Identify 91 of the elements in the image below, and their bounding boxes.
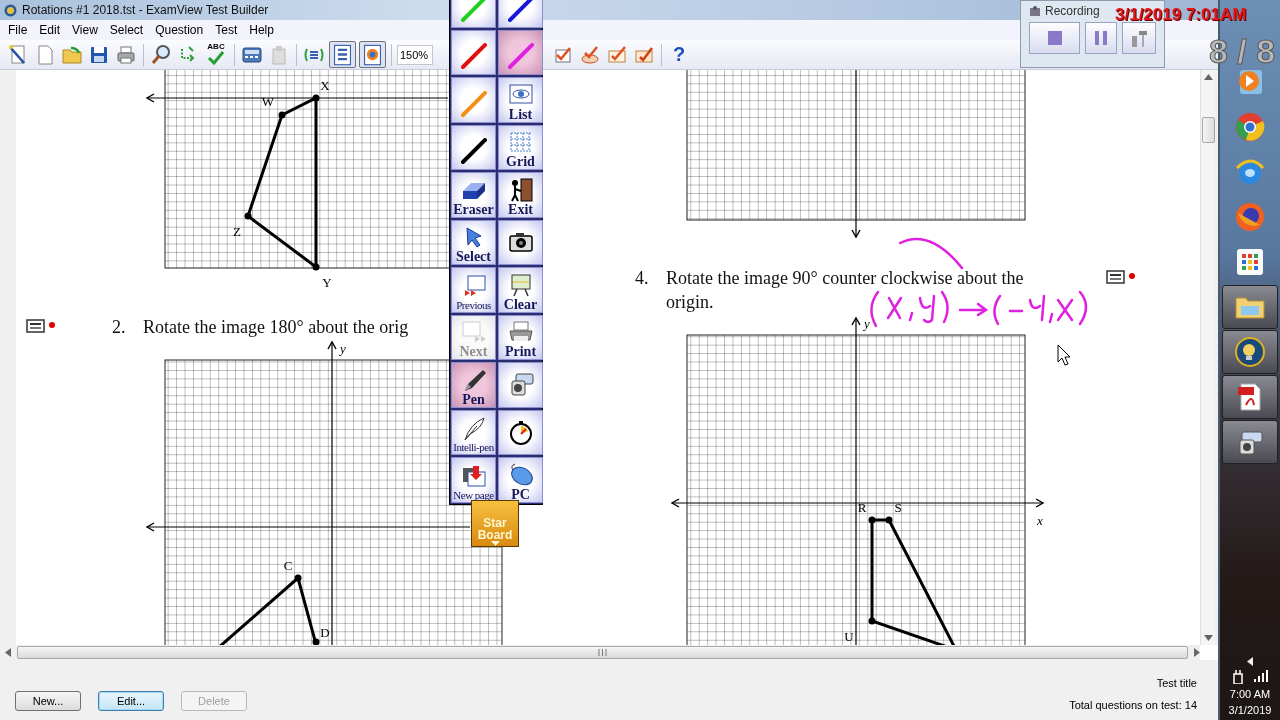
palette-button[interactable] (498, 219, 543, 265)
question-number: 2. (112, 316, 127, 339)
down-arrow-icon (1203, 635, 1213, 641)
marker-dot (49, 322, 55, 328)
calculator-icon[interactable] (26, 319, 45, 333)
light-bulb-icon[interactable] (1234, 336, 1266, 368)
pen-color-button[interactable] (451, 77, 496, 123)
axis-label: y (864, 316, 870, 331)
palette-button[interactable]: Pen (451, 362, 496, 408)
diagonal-line-icon (507, 43, 534, 69)
check-icon (207, 50, 225, 65)
vertical-scrollbar[interactable] (1200, 70, 1215, 645)
left-arrow-icon (1247, 657, 1253, 666)
menu-item[interactable]: View (66, 23, 104, 37)
pause-button[interactable] (1085, 22, 1118, 54)
diagonal-line-icon (460, 138, 487, 164)
palette-button[interactable]: Select (451, 219, 496, 265)
pen-color-button[interactable] (451, 124, 496, 170)
menu-item[interactable]: Select (103, 23, 150, 37)
diagonal-line-icon (460, 0, 487, 22)
axis-label: y (340, 341, 346, 356)
diagonal-line-icon (507, 0, 534, 22)
point-label: X (320, 78, 330, 93)
app-icon (4, 3, 17, 17)
signal-icon (1254, 670, 1268, 682)
palette-button[interactable]: Eraser (451, 172, 496, 218)
recorder-title: Recording (1045, 4, 1100, 18)
diagonal-line-icon (460, 43, 487, 69)
zoom-field[interactable]: 150% (397, 44, 433, 65)
timestamp: 3/1/2019 7:01AM (1115, 5, 1247, 25)
point-label: U (844, 629, 854, 644)
question-number: 4. (635, 267, 650, 290)
up-arrow-icon (1203, 74, 1213, 80)
spellcheck-button[interactable]: ABC (203, 42, 229, 67)
menu-item[interactable]: File (2, 23, 34, 37)
palette-button[interactable]: List (498, 77, 543, 123)
scrollbar-thumb[interactable] (17, 646, 1188, 659)
point-label: W (261, 94, 275, 109)
palette-button[interactable] (498, 409, 543, 455)
tools-icon (1129, 28, 1150, 48)
recorder-icon (1029, 5, 1041, 17)
window-title: Rotations #1 2018.tst - ExamView Test Builder (22, 3, 269, 17)
clock-time: 7:00 AM (1229, 688, 1271, 700)
color-wheel-icon[interactable] (359, 41, 386, 68)
palette-button[interactable] (498, 362, 543, 408)
test-title-label: Test title (1156, 677, 1197, 689)
point-label: D (320, 625, 330, 640)
axis-label: x (1037, 513, 1043, 528)
menu-item[interactable]: Edit (33, 23, 67, 37)
left-arrow-icon (5, 648, 11, 657)
caret-icon (490, 541, 500, 546)
apps-grid-icon[interactable] (1234, 246, 1266, 278)
scrollbar-thumb[interactable] (1201, 117, 1215, 143)
pen-color-button[interactable] (498, 29, 543, 75)
question-count: Total questions on test: 14 (1069, 699, 1197, 711)
edit-button[interactable]: Edit... (98, 691, 164, 711)
point-label: Z (233, 224, 241, 239)
calculator-icon[interactable] (1106, 270, 1125, 284)
help-button[interactable]: ? (667, 43, 691, 66)
question-text: Rotate the image 90° counter clockwise about the origin. (666, 267, 1025, 314)
menu-item[interactable]: Question (149, 23, 210, 37)
clock-date: 3/1/2019 (1228, 704, 1272, 716)
palette-button[interactable]: Print (498, 314, 543, 360)
grip-icon (598, 649, 607, 656)
palette-button[interactable]: Grid (498, 124, 543, 170)
palette-button[interactable]: Exit (498, 172, 543, 218)
document-view-icon[interactable] (329, 41, 356, 68)
question-text: Rotate the image 180° about the orig (143, 316, 409, 339)
point-label: Y (322, 275, 332, 290)
forward-arrows-icon (459, 319, 488, 345)
power-plug-icon (1232, 670, 1244, 684)
palette-button[interactable]: Clear (498, 267, 543, 313)
pen-color-button[interactable] (451, 29, 496, 75)
palette-button[interactable]: PC (498, 457, 543, 503)
diagonal-line-icon (460, 90, 487, 117)
search-icon[interactable] (149, 42, 173, 67)
marker-dot (1129, 273, 1135, 279)
menu-item[interactable]: Help (243, 23, 280, 37)
palette-button[interactable]: Intelli-pen (451, 409, 496, 455)
stop-button[interactable] (1029, 22, 1081, 54)
right-arrow-icon (1194, 648, 1200, 657)
new-button[interactable]: New... (15, 691, 81, 711)
browser-icon[interactable] (1234, 111, 1266, 143)
menu-item[interactable]: Test (209, 23, 244, 37)
page-counter: 8 / 8 (1209, 33, 1276, 69)
point-label: R (857, 500, 867, 515)
tools-button[interactable] (1122, 22, 1156, 54)
palette-button[interactable]: Previous (451, 267, 496, 313)
point-label: C (283, 558, 293, 573)
point-label: S (894, 500, 902, 515)
mouse-pointer-icon (1057, 344, 1071, 366)
